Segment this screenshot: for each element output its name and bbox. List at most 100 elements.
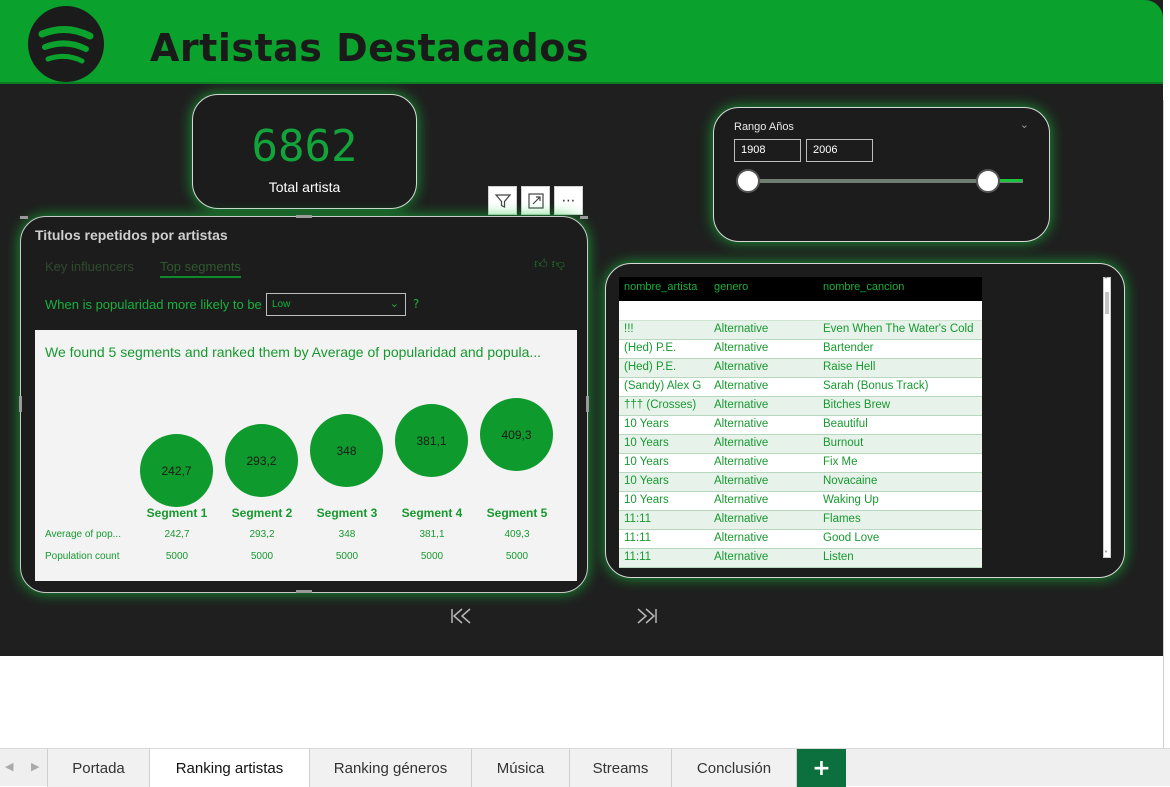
segment-label[interactable]: Segment 2 <box>220 506 304 520</box>
table-cell-song: Even When The Water's Cold <box>823 323 974 335</box>
table-cell-song: Bartender <box>823 342 874 354</box>
table-cell-artist: (Hed) P.E. <box>624 361 677 373</box>
tab-top-segments[interactable]: Top segments <box>160 259 241 278</box>
table-row[interactable]: 10 Years Alternative Novacaine <box>619 473 982 492</box>
column-header-genre[interactable]: genero <box>709 277 818 301</box>
table-cell-genre: Alternative <box>714 342 769 354</box>
key-influencers-visual[interactable]: Titulos repetidos por artistas Key influ… <box>20 216 588 593</box>
population-row-label: Population count <box>45 551 120 562</box>
table-row[interactable]: !!! Alternative Even When The Water's Cold <box>619 321 982 340</box>
total-artists-value: 6862 <box>251 121 358 172</box>
table-cell-genre: Alternative <box>714 456 769 468</box>
table-cell-artist: 11:11 <box>624 532 652 544</box>
thumbs-up-icon[interactable]: 👍︎ <box>534 257 548 272</box>
songs-table-visual[interactable]: nombre_artista genero nombre_cancion !!!… <box>605 263 1125 578</box>
range-to-input[interactable]: 2006 <box>806 139 873 162</box>
window-edge <box>1163 100 1164 750</box>
range-from-input[interactable]: 1908 <box>734 139 801 162</box>
thumbs-down-icon[interactable]: 👎︎ <box>552 257 565 272</box>
first-page-icon[interactable] <box>450 607 472 629</box>
table-row[interactable]: 11:11 Alternative Flames <box>619 511 982 530</box>
value-dropdown[interactable]: Low ⌄ <box>266 293 406 316</box>
table-row[interactable]: (Hed) P.E. Alternative Bartender <box>619 340 982 359</box>
songs-table: nombre_artista genero nombre_cancion !!!… <box>619 277 982 568</box>
resize-handle[interactable] <box>586 396 589 412</box>
tab-key-influencers[interactable]: Key influencers <box>45 259 134 274</box>
chevron-down-icon: ⌄ <box>389 298 399 310</box>
slicer-title: Rango Años <box>734 121 794 133</box>
page-tab-bar: ◀ ▶ Portada Ranking artistas Ranking gén… <box>0 748 1170 787</box>
average-cell: 293,2 <box>249 529 275 540</box>
average-cell: 409,3 <box>504 529 530 540</box>
average-cell: 381,1 <box>419 529 445 540</box>
scroll-down-icon[interactable]: ˅ <box>1104 550 1108 559</box>
table-cell-song: Flames <box>823 513 861 525</box>
column-header-song[interactable]: nombre_cancion <box>818 277 982 301</box>
tab-ranking-generos[interactable]: Ranking géneros <box>310 749 472 787</box>
total-artists-card[interactable]: 6862 Total artista <box>192 94 417 209</box>
filter-icon[interactable] <box>488 186 517 215</box>
help-icon[interactable]: ? <box>413 297 419 311</box>
table-body: !!! Alternative Even When The Water's Cold… <box>619 321 982 568</box>
segment-label[interactable]: Segment 1 <box>135 506 219 520</box>
resize-handle[interactable] <box>19 396 22 412</box>
add-page-button[interactable]: + <box>797 749 846 787</box>
table-cell-song: Bitches Brew <box>823 399 891 411</box>
year-range-slicer[interactable]: Rango Años ⌄ 1908 2006 <box>713 107 1050 242</box>
segment-label[interactable]: Segment 5 <box>475 506 559 520</box>
segments-panel: We found 5 segments and ranked them by A… <box>35 330 577 581</box>
tab-portada[interactable]: Portada <box>47 749 150 787</box>
table-row[interactable]: 11:11 Alternative Good Love <box>619 530 982 549</box>
segment-bubble[interactable]: 348 <box>310 414 383 487</box>
segment-label[interactable]: Segment 3 <box>305 506 389 520</box>
segment-bubble[interactable]: 242,7 <box>140 434 213 507</box>
tab-musica[interactable]: Música <box>472 749 570 787</box>
last-page-icon[interactable] <box>636 607 658 629</box>
table-row[interactable]: (Sandy) Alex G Alternative Sarah (Bonus Tr… <box>619 378 982 397</box>
table-row[interactable]: ††† (Crosses) Alternative Bitches Brew <box>619 397 982 416</box>
table-cell-genre: Alternative <box>714 380 769 392</box>
tab-ranking-artistas[interactable]: Ranking artistas <box>150 749 310 787</box>
tab-scroll-right-icon[interactable]: ▶ <box>31 760 39 773</box>
scroll-thumb[interactable] <box>1105 292 1109 314</box>
tab-conclusion[interactable]: Conclusión <box>672 749 797 787</box>
table-row[interactable]: 10 Years Alternative Fix Me <box>619 454 982 473</box>
table-cell-genre: Alternative <box>714 437 769 449</box>
tab-streams[interactable]: Streams <box>570 749 672 787</box>
focus-mode-icon[interactable] <box>521 186 550 215</box>
slider-max-handle[interactable] <box>976 169 1000 193</box>
scroll-up-icon[interactable]: ˄ <box>1104 276 1108 285</box>
table-cell-genre: Alternative <box>714 323 769 335</box>
table-row[interactable]: 10 Years Alternative Burnout <box>619 435 982 454</box>
chevron-down-icon[interactable]: ⌄ <box>1020 118 1029 131</box>
segment-bubble[interactable]: 381,1 <box>395 404 468 477</box>
table-row[interactable]: 10 Years Alternative Beautiful <box>619 416 982 435</box>
report-header: Artistas Destacados <box>0 0 1163 84</box>
segment-bubble[interactable]: 409,3 <box>480 398 553 471</box>
resize-handle[interactable] <box>580 216 588 219</box>
table-scrollbar[interactable]: ˄ ˅ <box>1103 276 1111 559</box>
report-canvas: Artistas Destacados 6862 Total artista R… <box>0 0 1163 656</box>
resize-handle[interactable] <box>296 590 312 593</box>
table-cell-genre: Alternative <box>714 475 769 487</box>
feedback-icons: 👍︎ 👎︎ <box>534 257 565 272</box>
segment-bubble[interactable]: 293,2 <box>225 424 298 497</box>
tab-scroll-left-icon[interactable]: ◀ <box>5 760 13 773</box>
more-options-icon[interactable]: ⋯ <box>554 186 583 215</box>
table-cell-artist: 10 Years <box>624 437 669 449</box>
table-row[interactable]: (Hed) P.E. Alternative Raise Hell <box>619 359 982 378</box>
table-cell-song: Listen <box>823 551 854 563</box>
table-row[interactable]: 10 Years Alternative Waking Up <box>619 492 982 511</box>
segment-label[interactable]: Segment 4 <box>390 506 474 520</box>
spotify-logo-icon <box>28 6 104 82</box>
total-artists-label: Total artista <box>268 179 341 195</box>
slider-min-handle[interactable] <box>736 169 760 193</box>
resize-handle[interactable] <box>20 216 28 219</box>
column-header-artist[interactable]: nombre_artista <box>619 277 709 301</box>
table-cell-genre: Alternative <box>714 551 769 563</box>
table-cell-genre: Alternative <box>714 532 769 544</box>
table-cell-artist: (Sandy) Alex G <box>624 380 702 392</box>
table-row[interactable]: 11:11 Alternative Listen <box>619 549 982 568</box>
page-title: Artistas Destacados <box>150 26 589 70</box>
resize-handle[interactable] <box>296 215 312 218</box>
